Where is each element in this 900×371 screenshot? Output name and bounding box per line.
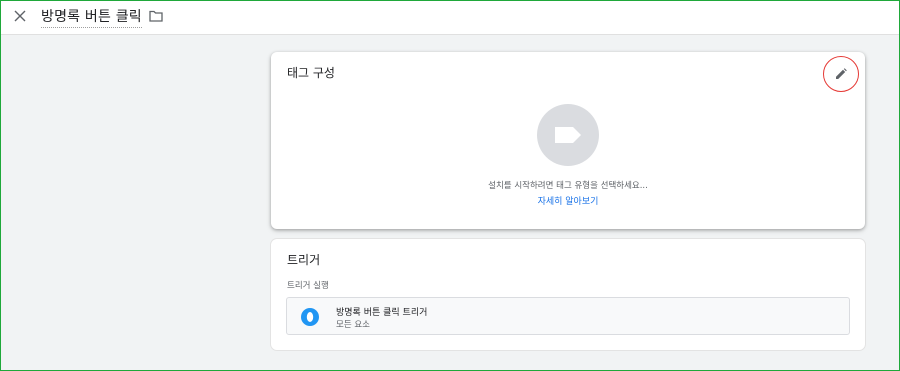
close-button[interactable] bbox=[10, 6, 30, 26]
tag-icon bbox=[555, 127, 581, 143]
tag-type-hint: 설치를 시작하려면 태그 유형을 선택하세요... bbox=[488, 181, 648, 191]
trigger-item[interactable]: 방명록 버튼 클릭 트리거 모든 요소 bbox=[286, 297, 850, 335]
tag-configuration-card[interactable]: 태그 구성 설치를 시작하려면 태그 유형을 선택하세요... 자세히 알아보기 bbox=[271, 52, 865, 229]
learn-more-link[interactable]: 자세히 알아보기 bbox=[271, 194, 865, 207]
tag-configuration-title: 태그 구성 bbox=[287, 66, 335, 80]
tag-type-placeholder[interactable] bbox=[537, 104, 599, 166]
folder-button[interactable] bbox=[147, 7, 165, 25]
triggering-title: 트리거 bbox=[287, 253, 321, 267]
click-trigger-icon bbox=[301, 308, 319, 326]
firing-triggers-label: 트리거 실행 bbox=[287, 281, 329, 291]
pencil-icon bbox=[836, 68, 847, 79]
close-icon bbox=[14, 10, 26, 22]
edit-button[interactable] bbox=[823, 56, 859, 92]
trigger-name: 방명록 버튼 클릭 트리거 bbox=[336, 308, 428, 318]
trigger-type: 모든 요소 bbox=[336, 320, 370, 330]
top-bar: 방명록 버튼 클릭 bbox=[1, 1, 899, 35]
triggering-card: 트리거 트리거 실행 방명록 버튼 클릭 트리거 모든 요소 bbox=[271, 239, 865, 350]
tag-name-title: 방명록 버튼 클릭 bbox=[41, 8, 142, 25]
title-field[interactable]: 방명록 버튼 클릭 bbox=[41, 4, 142, 28]
folder-icon bbox=[149, 10, 163, 22]
app-frame: 방명록 버튼 클릭 태그 구성 설치를 시작하려면 태그 유형을 선택하세요..… bbox=[0, 0, 900, 371]
